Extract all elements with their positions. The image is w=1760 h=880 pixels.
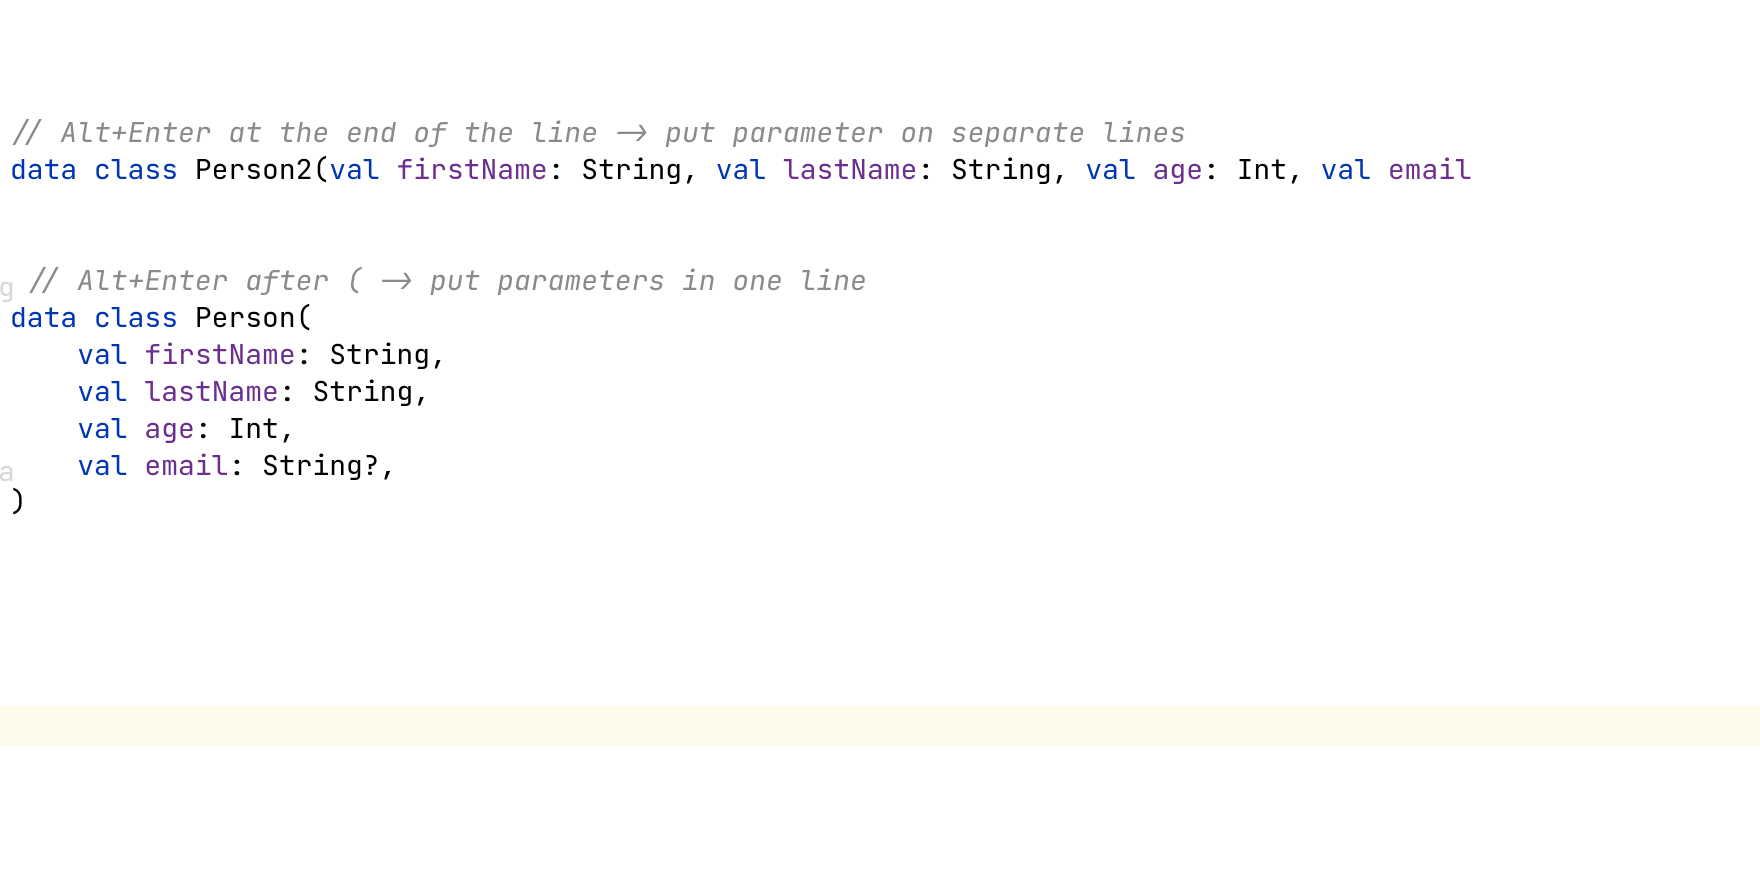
keyword-val: val — [77, 447, 127, 484]
type-name: Int — [228, 410, 278, 447]
type-name: Int — [1237, 151, 1287, 188]
colon: : — [195, 410, 229, 447]
space — [766, 151, 783, 188]
keyword-class: class — [94, 151, 178, 188]
comma: , — [413, 373, 430, 410]
colon: : — [296, 336, 330, 373]
space — [77, 151, 94, 188]
indent — [10, 410, 77, 447]
class-name: Person — [195, 299, 296, 336]
keyword-val: val — [77, 373, 127, 410]
space — [77, 299, 94, 336]
class-name: Person2 — [195, 151, 313, 188]
indent — [10, 373, 77, 410]
type-name: String — [312, 373, 413, 410]
space — [1136, 151, 1153, 188]
code-comment: // Alt+Enter after ( -> put parameters i… — [10, 262, 867, 299]
footer-highlight-band — [0, 706, 1760, 746]
keyword-val: val — [1321, 151, 1371, 188]
space — [128, 336, 145, 373]
code-comment: // Alt+Enter at the end of the line -> p… — [10, 114, 1186, 151]
open-paren: ( — [312, 151, 329, 188]
nullable-comma: ?, — [363, 447, 397, 484]
param-name: age — [1153, 151, 1203, 188]
space — [128, 373, 145, 410]
keyword-data: data — [10, 299, 77, 336]
colon: : — [548, 151, 582, 188]
keyword-class: class — [94, 299, 178, 336]
indent — [10, 336, 77, 373]
space — [178, 151, 195, 188]
space — [178, 299, 195, 336]
param-name: age — [144, 410, 194, 447]
colon: : — [917, 151, 951, 188]
colon: : — [228, 447, 262, 484]
gutter-marker-icon: g — [0, 270, 15, 307]
comma: , — [430, 336, 447, 373]
keyword-val: val — [716, 151, 766, 188]
space — [1371, 151, 1388, 188]
param-name: firstName — [396, 151, 547, 188]
colon: : — [1203, 151, 1237, 188]
gutter-marker-icon: a — [0, 454, 15, 491]
comma: , — [279, 410, 296, 447]
comma: , — [682, 151, 716, 188]
colon: : — [279, 373, 313, 410]
type-name: String — [581, 151, 682, 188]
param-name: lastName — [783, 151, 917, 188]
param-name: firstName — [144, 336, 295, 373]
indent — [10, 447, 77, 484]
param-name: email — [1388, 151, 1472, 188]
keyword-val: val — [1085, 151, 1135, 188]
space — [128, 447, 145, 484]
keyword-val: val — [329, 151, 379, 188]
type-name: String — [951, 151, 1052, 188]
space — [128, 410, 145, 447]
keyword-val: val — [77, 336, 127, 373]
type-name: String — [262, 447, 363, 484]
comma: , — [1052, 151, 1086, 188]
comma: , — [1287, 151, 1321, 188]
type-name: String — [329, 336, 430, 373]
keyword-val: val — [77, 410, 127, 447]
keyword-data: data — [10, 151, 77, 188]
open-paren: ( — [296, 299, 313, 336]
code-editor[interactable]: // Alt+Enter at the end of the line -> p… — [0, 0, 1760, 521]
param-name: email — [144, 447, 228, 484]
space — [380, 151, 397, 188]
param-name: lastName — [144, 373, 278, 410]
